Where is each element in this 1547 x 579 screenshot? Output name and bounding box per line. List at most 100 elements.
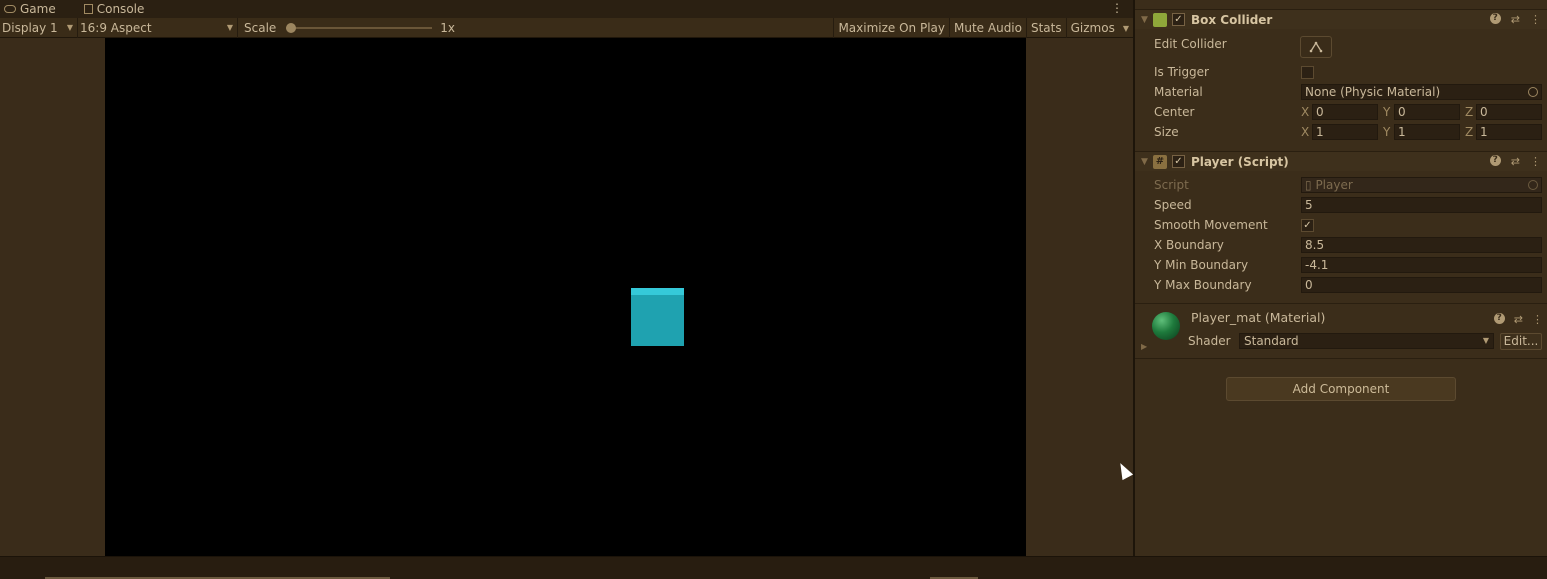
size-x-field[interactable]: 1 — [1312, 124, 1378, 140]
axis-y-label: Y — [1383, 105, 1391, 119]
mute-audio-label: Mute Audio — [954, 21, 1022, 35]
scale-label: Scale — [244, 20, 277, 35]
game-icon — [4, 5, 16, 13]
toolbar-right-group: Maximize On Play Mute Audio Stats Gizmos… — [833, 18, 1133, 38]
is-trigger-checkbox[interactable] — [1301, 65, 1314, 79]
foldout-arrow-icon[interactable]: ▼ — [1141, 15, 1153, 25]
y-min-boundary-label: Y Min Boundary — [1154, 258, 1249, 272]
object-picker-icon[interactable] — [1528, 87, 1538, 97]
is-trigger-label: Is Trigger — [1154, 65, 1209, 79]
help-icon[interactable]: ? — [1489, 155, 1501, 166]
scale-slider[interactable] — [286, 22, 433, 33]
edit-collider-icon — [1309, 41, 1323, 53]
script-file-icon: ▯ — [1305, 178, 1312, 192]
material-row: Material None (Physic Material) — [1135, 82, 1547, 102]
y-min-boundary-field[interactable]: -4.1 — [1301, 257, 1542, 273]
y-min-boundary-row: Y Min Boundary -4.1 — [1135, 255, 1547, 275]
scale-slider-knob[interactable] — [286, 22, 297, 33]
box-collider-header[interactable]: ▼ ✓ Box Collider ? ⇄ ⋮ — [1135, 9, 1547, 29]
material-title: Player_mat (Material) — [1191, 310, 1326, 325]
tab-strip: Game Console ⋮ — [0, 0, 1133, 18]
size-z-field[interactable]: 1 — [1476, 124, 1542, 140]
center-label: Center — [1154, 105, 1195, 119]
center-row: Center X0 Y0 Z0 — [1135, 102, 1547, 122]
material-label: Material — [1154, 85, 1203, 99]
chevron-down-icon: ▼ — [1482, 336, 1489, 345]
center-z-field[interactable]: 0 — [1476, 104, 1542, 120]
stats-button[interactable]: Stats — [1025, 18, 1066, 38]
edit-collider-label: Edit Collider — [1154, 37, 1227, 51]
size-vector: X1 Y1 Z1 — [1301, 124, 1547, 140]
tab-kebab-menu-icon[interactable]: ⋮ — [1111, 1, 1123, 15]
inspector-panel: ▼ ✓ Box Collider ? ⇄ ⋮ Edit Collider Is … — [1135, 0, 1547, 556]
size-label: Size — [1154, 125, 1179, 139]
maximize-on-play-button[interactable]: Maximize On Play — [833, 18, 949, 38]
x-boundary-row: X Boundary 8.5 — [1135, 235, 1547, 255]
display-dropdown[interactable]: Display 1 ▼ — [0, 17, 78, 38]
player-script-enabled-checkbox[interactable]: ✓ — [1172, 155, 1185, 168]
material-section: ▶ Player_mat (Material) ? ⇄ ⋮ Shader Sta… — [1135, 303, 1547, 359]
kebab-menu-icon[interactable]: ⋮ — [1530, 155, 1541, 168]
speed-label: Speed — [1154, 198, 1192, 212]
aspect-dropdown[interactable]: 16:9 Aspect ▼ — [78, 17, 238, 38]
scale-control: Scale 1x — [238, 21, 458, 35]
material-value: None (Physic Material) — [1305, 85, 1441, 99]
add-component-button[interactable]: Add Component — [1226, 377, 1456, 401]
scale-value: 1x — [440, 20, 456, 35]
speed-row: Speed 5 — [1135, 195, 1547, 215]
script-row: Script ▯ Player — [1135, 175, 1547, 195]
box-collider-enabled-checkbox[interactable]: ✓ — [1172, 13, 1185, 26]
help-icon[interactable]: ? — [1489, 13, 1501, 24]
is-trigger-row: Is Trigger — [1135, 62, 1547, 82]
tab-console[interactable]: Console — [62, 0, 151, 18]
box-collider-icon — [1153, 12, 1167, 27]
smooth-movement-checkbox[interactable]: ✓ — [1301, 218, 1314, 232]
gizmos-button[interactable]: Gizmos ▼ — [1065, 18, 1133, 38]
aspect-value: 16:9 Aspect — [80, 20, 152, 35]
game-toolbar: Display 1 ▼ 16:9 Aspect ▼ Scale 1x Maxim… — [0, 17, 1133, 38]
chevron-down-icon: ▼ — [226, 23, 233, 32]
tab-console-label: Console — [96, 2, 145, 16]
component-header-icons: ? ⇄ ⋮ — [1489, 13, 1541, 26]
display-value: Display 1 — [2, 20, 58, 35]
edit-collider-button[interactable] — [1300, 36, 1332, 58]
help-icon[interactable]: ? — [1493, 313, 1505, 324]
preset-icon[interactable]: ⇄ — [1511, 155, 1520, 168]
axis-y-label: Y — [1383, 125, 1391, 139]
game-view-panel: Game Console ⋮ Display 1 ▼ 16:9 Aspect ▼… — [0, 0, 1134, 556]
kebab-menu-icon[interactable]: ⋮ — [1530, 13, 1541, 26]
smooth-movement-row: Smooth Movement ✓ — [1135, 215, 1547, 235]
foldout-arrow-icon[interactable]: ▼ — [1141, 157, 1153, 167]
edit-collider-row: Edit Collider — [1135, 34, 1547, 58]
player-cube — [631, 288, 684, 346]
script-value: Player — [1315, 178, 1353, 192]
center-x-field[interactable]: 0 — [1312, 104, 1378, 120]
y-max-boundary-row: Y Max Boundary 0 — [1135, 275, 1547, 295]
script-label: Script — [1154, 178, 1189, 192]
box-collider-title: Box Collider — [1191, 12, 1273, 27]
mute-audio-button[interactable]: Mute Audio — [949, 18, 1026, 38]
kebab-menu-icon[interactable]: ⋮ — [1532, 313, 1543, 326]
material-header-icons: ? ⇄ ⋮ — [1493, 313, 1543, 326]
size-row: Size X1 Y1 Z1 — [1135, 122, 1547, 142]
center-y-field[interactable]: 0 — [1394, 104, 1460, 120]
tab-game[interactable]: Game — [0, 0, 62, 18]
material-foldout-arrow-icon[interactable]: ▶ — [1141, 342, 1147, 351]
preset-icon[interactable]: ⇄ — [1511, 13, 1520, 26]
shader-edit-button[interactable]: Edit... — [1500, 333, 1542, 350]
y-max-boundary-field[interactable]: 0 — [1301, 277, 1542, 293]
material-field[interactable]: None (Physic Material) — [1301, 84, 1542, 100]
chevron-down-icon: ▼ — [1122, 23, 1129, 33]
x-boundary-field[interactable]: 8.5 — [1301, 237, 1542, 253]
script-field: ▯ Player — [1301, 177, 1542, 193]
preset-icon[interactable]: ⇄ — [1514, 313, 1523, 326]
material-sphere-icon — [1152, 312, 1180, 340]
speed-field[interactable]: 5 — [1301, 197, 1542, 213]
script-icon: # — [1153, 154, 1167, 169]
axis-x-label: X — [1301, 105, 1310, 119]
center-vector: X0 Y0 Z0 — [1301, 104, 1547, 120]
game-viewport[interactable] — [105, 38, 1026, 556]
player-script-header[interactable]: ▼ # ✓ Player (Script) ? ⇄ ⋮ — [1135, 151, 1547, 171]
size-y-field[interactable]: 1 — [1394, 124, 1460, 140]
shader-dropdown[interactable]: Standard ▼ — [1239, 333, 1494, 349]
